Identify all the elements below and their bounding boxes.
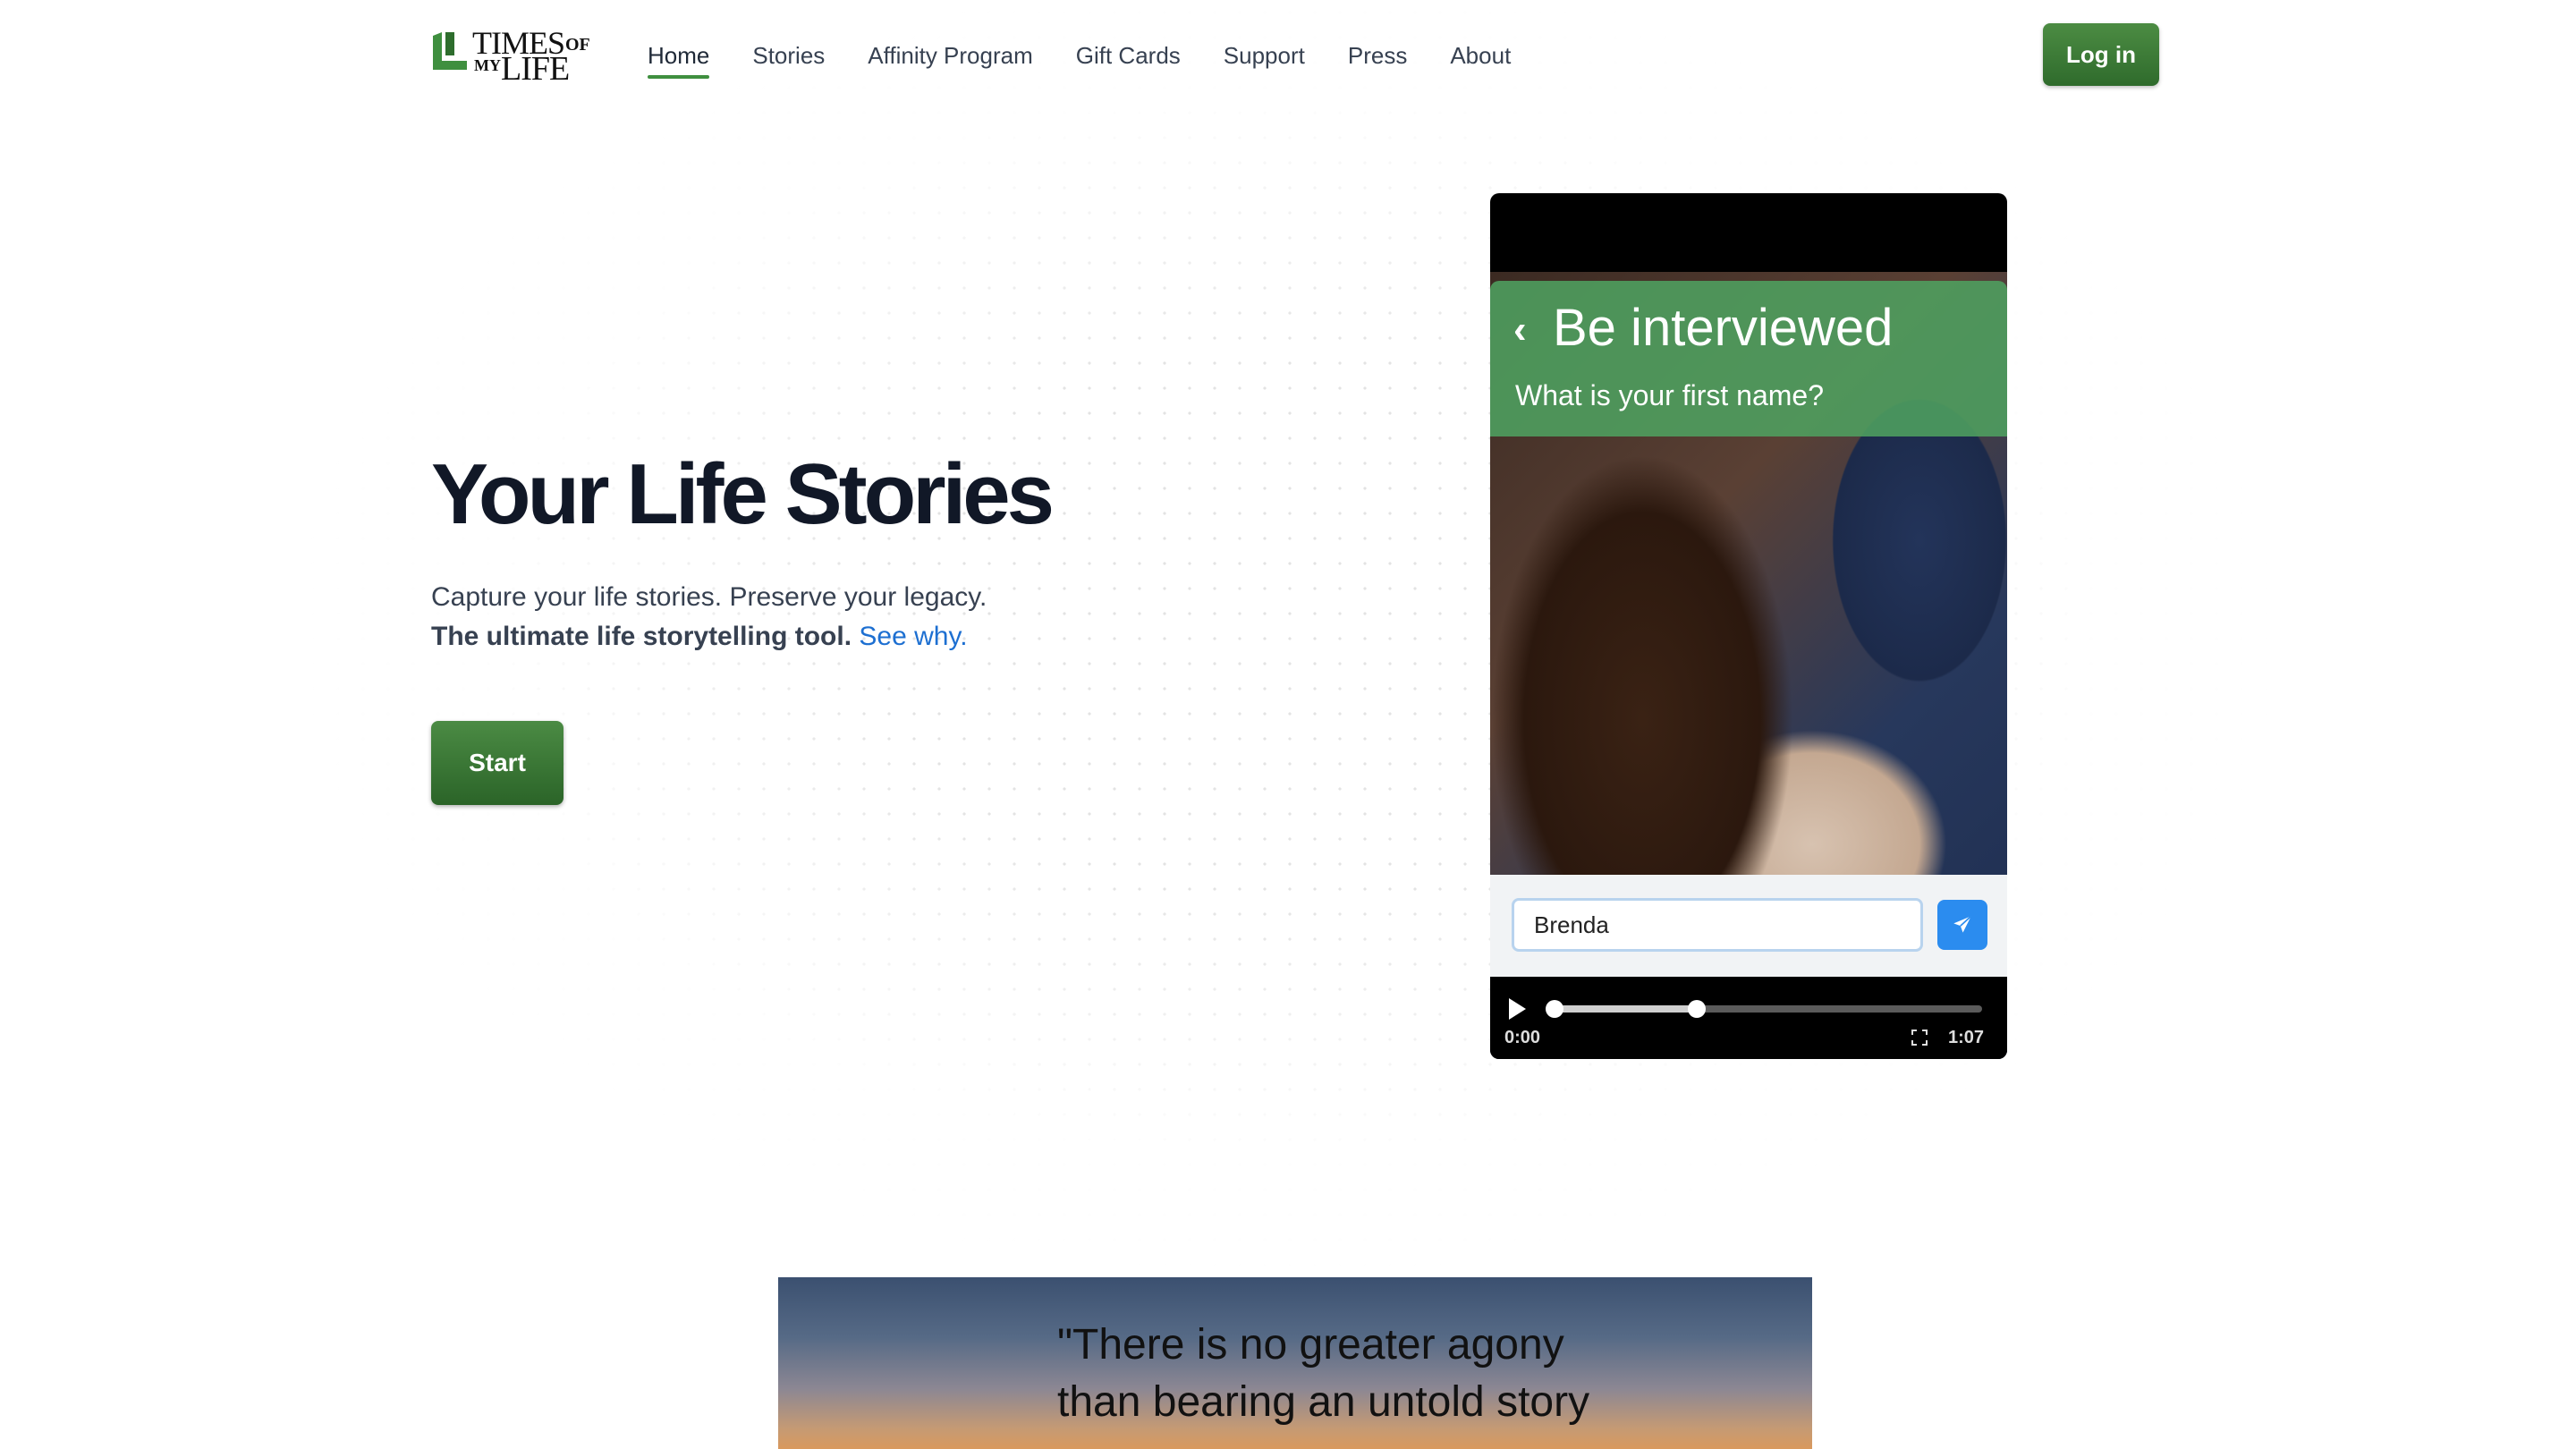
chevron-left-icon: ‹: [1513, 308, 1527, 352]
logo-word-of: OF: [565, 35, 590, 55]
nav-item-press[interactable]: Press: [1348, 39, 1407, 72]
quote-line-1: "There is no greater agony: [1057, 1321, 1564, 1368]
nav-item-affinity-program[interactable]: Affinity Program: [868, 39, 1032, 72]
logo-word-life: LIFE: [501, 50, 570, 88]
quote-line-2: than bearing an untold story: [1057, 1378, 1590, 1426]
nav-item-home[interactable]: Home: [648, 39, 710, 79]
answer-bar: Brenda: [1490, 875, 2007, 977]
background-fade: [0, 0, 2576, 1449]
start-button[interactable]: Start: [431, 721, 564, 805]
hero-tagline: The ultimate life storytelling tool. See…: [431, 617, 968, 657]
progress-fill: [1549, 1005, 1697, 1013]
time-current: 0:00: [1504, 1028, 1541, 1047]
play-icon[interactable]: [1506, 996, 1528, 1021]
hero-tagline-bold: The ultimate life storytelling tool.: [431, 622, 852, 651]
nav-item-support[interactable]: Support: [1224, 39, 1305, 72]
interview-question: What is your first name?: [1515, 379, 1824, 411]
see-why-link[interactable]: See why: [859, 622, 960, 651]
nav-item-about[interactable]: About: [1450, 39, 1511, 72]
hero-subtitle: Capture your life stories. Preserve your…: [431, 582, 987, 612]
nav-item-stories[interactable]: Stories: [752, 39, 825, 72]
fullscreen-icon[interactable]: [1911, 1029, 1928, 1046]
answer-input[interactable]: Brenda: [1512, 898, 1923, 952]
main-nav: Home Stories Affinity Program Gift Cards…: [648, 39, 1554, 79]
see-why-period: .: [960, 622, 968, 651]
video-controls: 0:00 1:07: [1490, 977, 2007, 1059]
interview-header: ‹ Be interviewed What is your first name…: [1490, 281, 2007, 436]
quote-banner: "There is no greater agony than bearing …: [778, 1277, 1812, 1449]
progress-thumb[interactable]: [1687, 1000, 1706, 1018]
progress-track[interactable]: [1546, 1000, 1982, 1018]
send-icon: [1953, 915, 1972, 933]
logo[interactable]: TIMES OF MY LIFE: [431, 27, 594, 86]
time-total: 1:07: [1947, 1028, 1984, 1047]
nav-item-gift-cards[interactable]: Gift Cards: [1076, 39, 1181, 72]
send-button[interactable]: [1937, 900, 1987, 950]
progress-start-handle[interactable]: [1546, 1000, 1563, 1018]
logo-mark-icon: [433, 32, 467, 70]
demo-video[interactable]: ‹ Be interviewed What is your first name…: [1490, 193, 2007, 1059]
login-button[interactable]: Log in: [2043, 23, 2159, 86]
hero-title: Your Life Stories: [431, 446, 1055, 542]
logo-word-my: MY: [474, 56, 501, 74]
interview-title: Be interviewed: [1553, 299, 1894, 357]
site-header: TIMES OF MY LIFE Home Stories Affinity P…: [0, 0, 2576, 111]
